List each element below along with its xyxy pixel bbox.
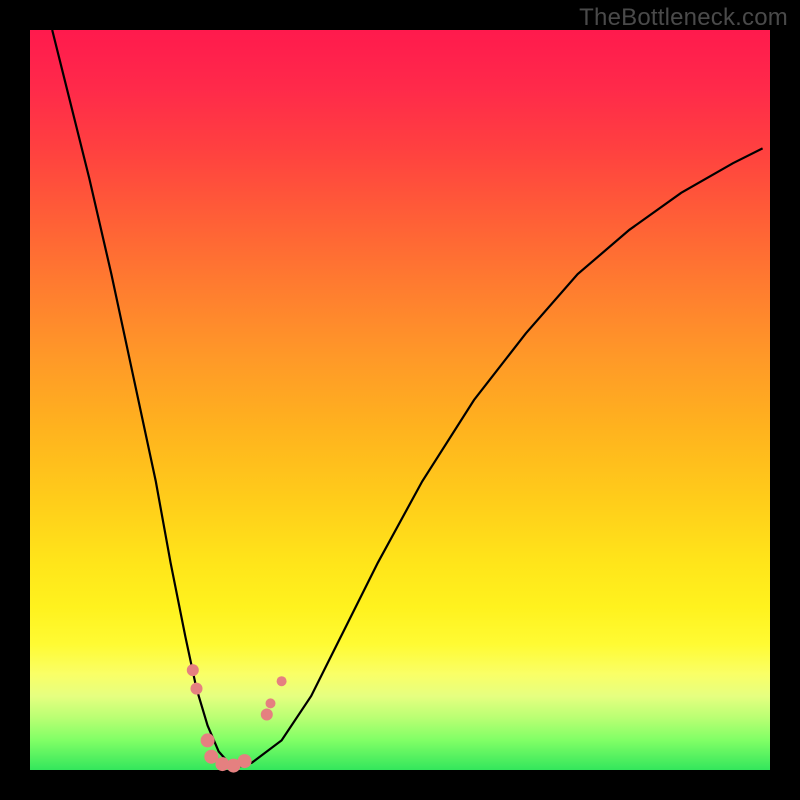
data-point <box>277 676 287 686</box>
data-point <box>191 683 203 695</box>
chart-frame: TheBottleneck.com <box>0 0 800 800</box>
marker-group <box>187 664 287 773</box>
data-point <box>261 709 273 721</box>
data-point <box>187 664 199 676</box>
watermark-text: TheBottleneck.com <box>579 4 788 32</box>
data-point <box>201 733 215 747</box>
data-point <box>238 754 252 768</box>
data-point <box>266 698 276 708</box>
bottleneck-curve <box>52 30 762 766</box>
chart-overlay <box>30 30 770 770</box>
